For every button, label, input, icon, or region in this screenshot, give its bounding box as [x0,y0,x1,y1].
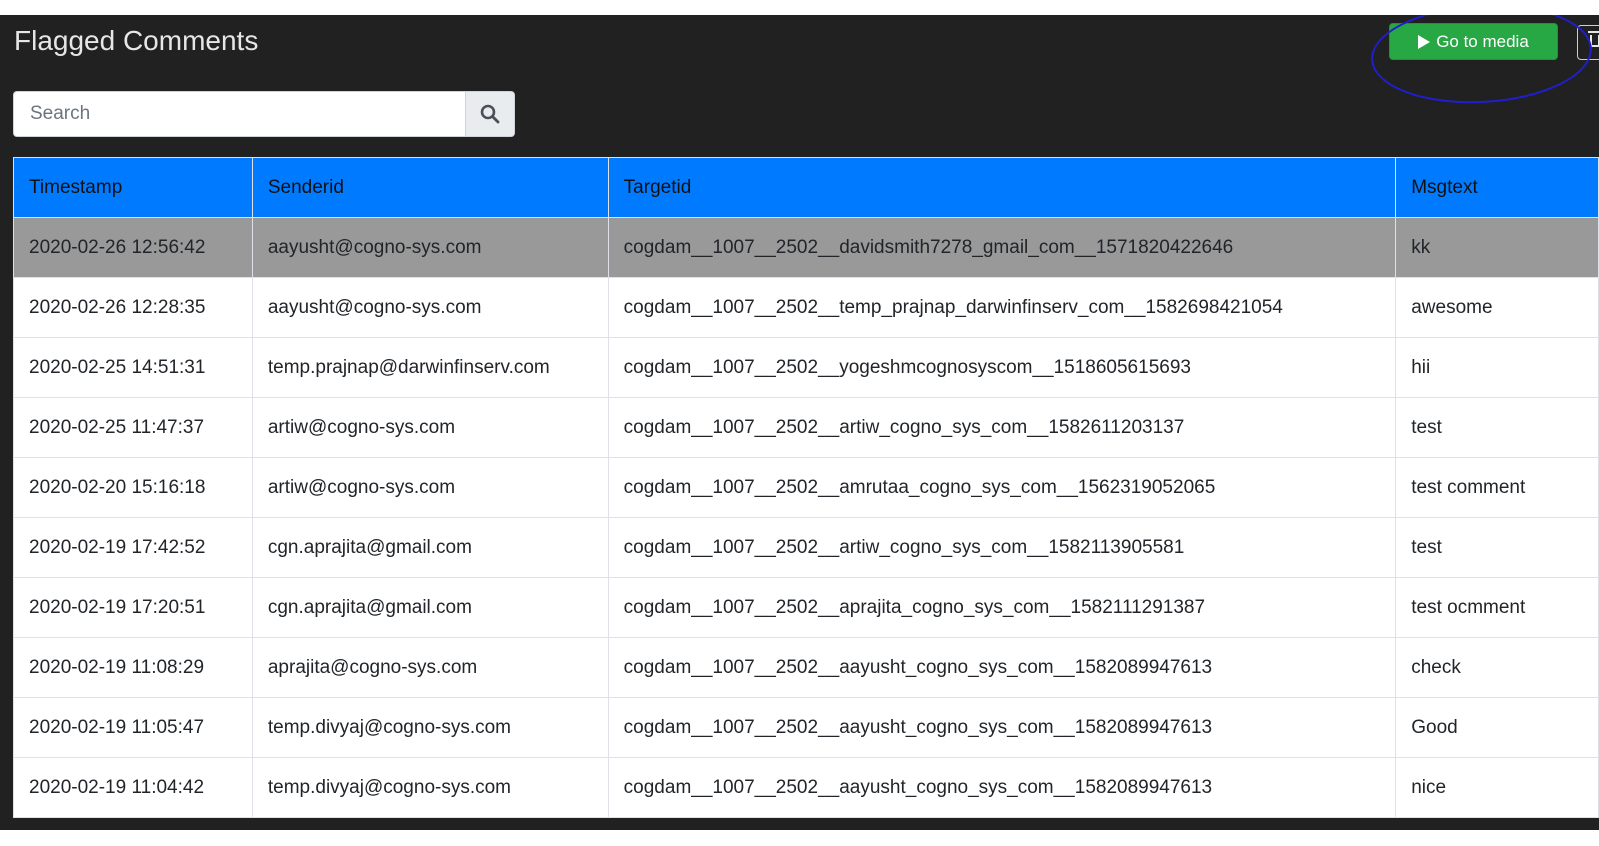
cell-targetid: cogdam__1007__2502__amrutaa_cogno_sys_co… [607,457,1397,518]
cell-targetid: cogdam__1007__2502__artiw_cogno_sys_com_… [607,397,1397,458]
cell-timestamp: 2020-02-19 17:42:52 [13,517,253,578]
table-row[interactable]: 2020-02-19 17:42:52 cgn.aprajita@gmail.c… [13,517,1599,578]
cell-timestamp: 2020-02-19 11:08:29 [13,637,253,698]
cell-targetid: cogdam__1007__2502__aayusht_cogno_sys_co… [607,697,1397,758]
go-to-media-button[interactable]: Go to media [1389,23,1558,60]
cell-senderid: temp.divyaj@cogno-sys.com [251,697,609,758]
cell-senderid: artiw@cogno-sys.com [251,457,609,518]
cell-timestamp: 2020-02-19 11:05:47 [13,697,253,758]
column-header-timestamp[interactable]: Timestamp [13,157,253,218]
cell-senderid: cgn.aprajita@gmail.com [251,577,609,638]
flagged-comments-panel: Flagged Comments Go to media Timestamp S… [0,15,1599,846]
trash-icon [1588,31,1599,47]
cell-senderid: aayusht@cogno-sys.com [251,217,609,278]
table-row[interactable]: 2020-02-26 12:56:42 aayusht@cogno-sys.co… [13,217,1599,278]
page-title: Flagged Comments [14,25,259,56]
cell-senderid: cgn.aprajita@gmail.com [251,517,609,578]
play-icon [1418,34,1431,49]
search-icon [480,104,500,124]
cell-msgtext: kk [1395,217,1599,278]
cell-targetid: cogdam__1007__2502__aprajita_cogno_sys_c… [607,577,1397,638]
column-header-targetid[interactable]: Targetid [607,157,1397,218]
table-row[interactable]: 2020-02-19 17:20:51 cgn.aprajita@gmail.c… [13,577,1599,638]
cell-timestamp: 2020-02-26 12:28:35 [13,277,253,338]
cell-senderid: temp.prajnap@darwinfinserv.com [251,337,609,398]
cell-targetid: cogdam__1007__2502__artiw_cogno_sys_com_… [607,517,1397,578]
cell-targetid: cogdam__1007__2502__temp_prajnap_darwinf… [607,277,1397,338]
cell-senderid: aayusht@cogno-sys.com [251,277,609,338]
search-group [13,91,515,137]
go-to-media-label: Go to media [1436,31,1529,51]
table-row[interactable]: 2020-02-19 11:04:42 temp.divyaj@cogno-sy… [13,757,1599,818]
column-header-msgtext[interactable]: Msgtext [1395,157,1599,218]
cell-targetid: cogdam__1007__2502__aayusht_cogno_sys_co… [607,637,1397,698]
table-header-row: Timestamp Senderid Targetid Msgtext [13,157,1599,218]
table-row[interactable]: 2020-02-25 11:47:37 artiw@cogno-sys.com … [13,397,1599,458]
cell-msgtext: awesome [1395,277,1599,338]
cell-timestamp: 2020-02-20 15:16:18 [13,457,253,518]
table-row[interactable]: 2020-02-19 11:08:29 aprajita@cogno-sys.c… [13,637,1599,698]
cell-targetid: cogdam__1007__2502__yogeshmcognosyscom__… [607,337,1397,398]
next-row-partial [0,830,1599,846]
search-button[interactable] [465,91,515,137]
cell-timestamp: 2020-02-19 17:20:51 [13,577,253,638]
cell-msgtext: test ocmment [1395,577,1599,638]
cell-msgtext: test comment [1395,457,1599,518]
search-input[interactable] [13,91,465,137]
cell-msgtext: Good [1395,697,1599,758]
column-header-senderid[interactable]: Senderid [251,157,609,218]
cell-msgtext: test [1395,517,1599,578]
cell-targetid: cogdam__1007__2502__aayusht_cogno_sys_co… [607,757,1397,818]
top-strip [0,0,1599,15]
cell-timestamp: 2020-02-25 11:47:37 [13,397,253,458]
cell-msgtext: hii [1395,337,1599,398]
cell-timestamp: 2020-02-26 12:56:42 [13,217,253,278]
cell-msgtext: check [1395,637,1599,698]
cell-msgtext: test [1395,397,1599,458]
cell-targetid: cogdam__1007__2502__davidsmith7278_gmail… [607,217,1397,278]
delete-button[interactable] [1577,25,1599,60]
cell-timestamp: 2020-02-19 11:04:42 [13,757,253,818]
table-row[interactable]: 2020-02-19 11:05:47 temp.divyaj@cogno-sy… [13,697,1599,758]
cell-msgtext: nice [1395,757,1599,818]
cell-senderid: artiw@cogno-sys.com [251,397,609,458]
table-row[interactable]: 2020-02-20 15:16:18 artiw@cogno-sys.com … [13,457,1599,518]
table-row[interactable]: 2020-02-26 12:28:35 aayusht@cogno-sys.co… [13,277,1599,338]
cell-senderid: temp.divyaj@cogno-sys.com [251,757,609,818]
table-row[interactable]: 2020-02-25 14:51:31 temp.prajnap@darwinf… [13,337,1599,398]
comments-table: Timestamp Senderid Targetid Msgtext 2020… [13,157,1599,818]
cell-senderid: aprajita@cogno-sys.com [251,637,609,698]
cell-timestamp: 2020-02-25 14:51:31 [13,337,253,398]
